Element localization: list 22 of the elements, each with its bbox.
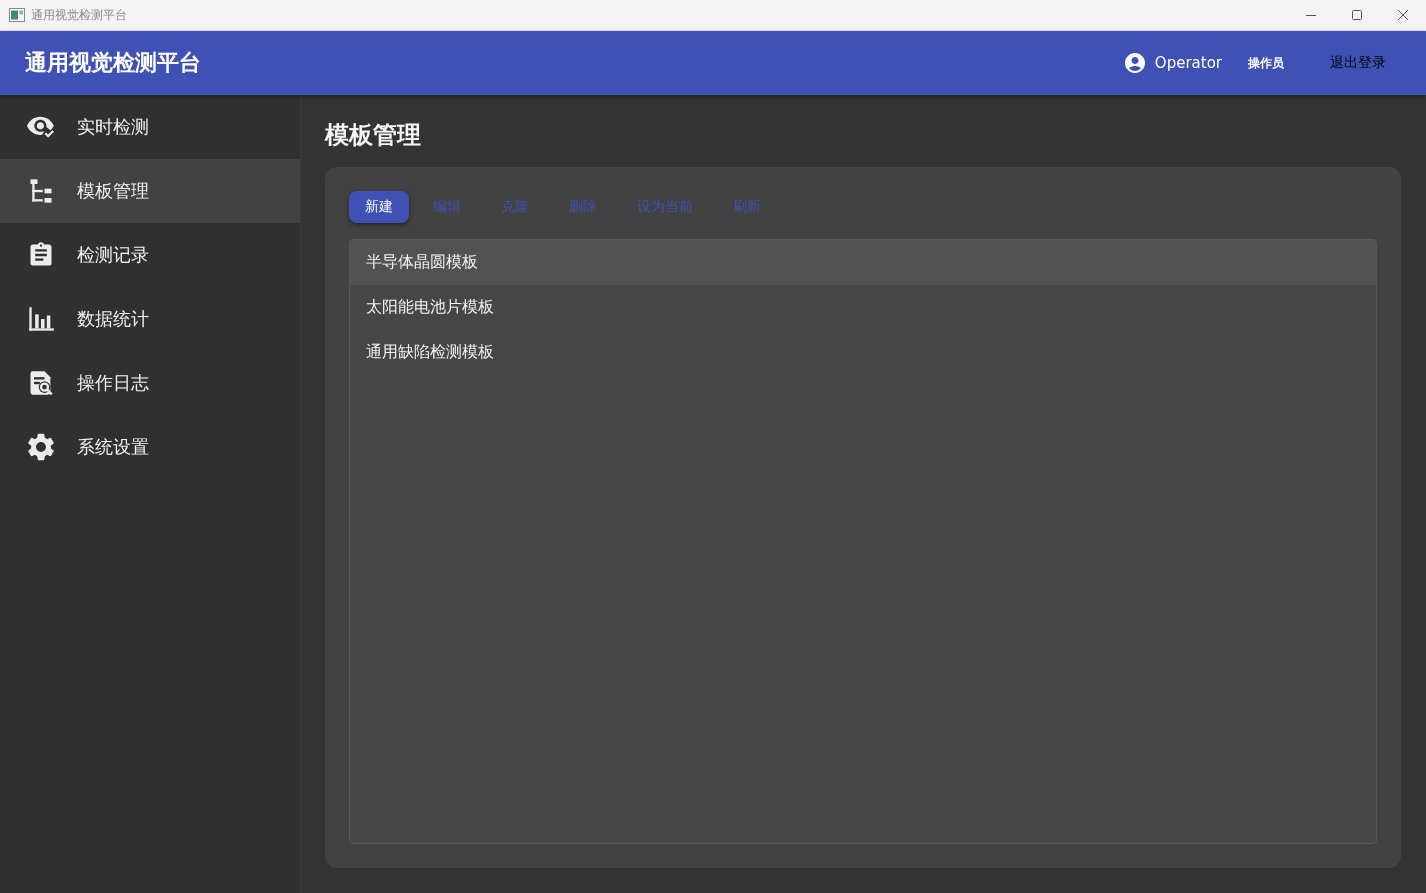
user-role: 操作员 [1248,54,1284,72]
app-title: 通用视觉检测平台 [25,49,201,77]
template-list-item[interactable]: 太阳能电池片模板 [350,285,1376,330]
window-title: 通用视觉检测平台 [31,6,127,24]
sidebar-item[interactable]: 检测记录 [0,223,300,287]
sidebar-item[interactable]: 实时检测 [0,95,300,159]
template-list-item[interactable]: 通用缺陷检测模板 [350,330,1376,375]
page-title: 模板管理 [325,120,422,151]
maximize-icon [1352,10,1362,20]
app-icon [9,8,25,22]
template-list-item[interactable]: 半导体晶圆模板 [350,240,1376,285]
sidebar-item[interactable]: 系统设置 [0,415,300,479]
sidebar-item[interactable]: 数据统计 [0,287,300,351]
user-icon [1124,53,1145,73]
sidebar-item[interactable]: 模板管理 [0,159,300,223]
sidebar-item[interactable]: 操作日志 [0,351,300,415]
bar-chart-icon [27,305,55,333]
user-name: Operator [1154,54,1222,72]
settings-icon [27,433,55,461]
close-icon [1398,10,1408,20]
new-button[interactable]: 新建 [349,191,409,223]
minimize-icon [1306,14,1316,16]
